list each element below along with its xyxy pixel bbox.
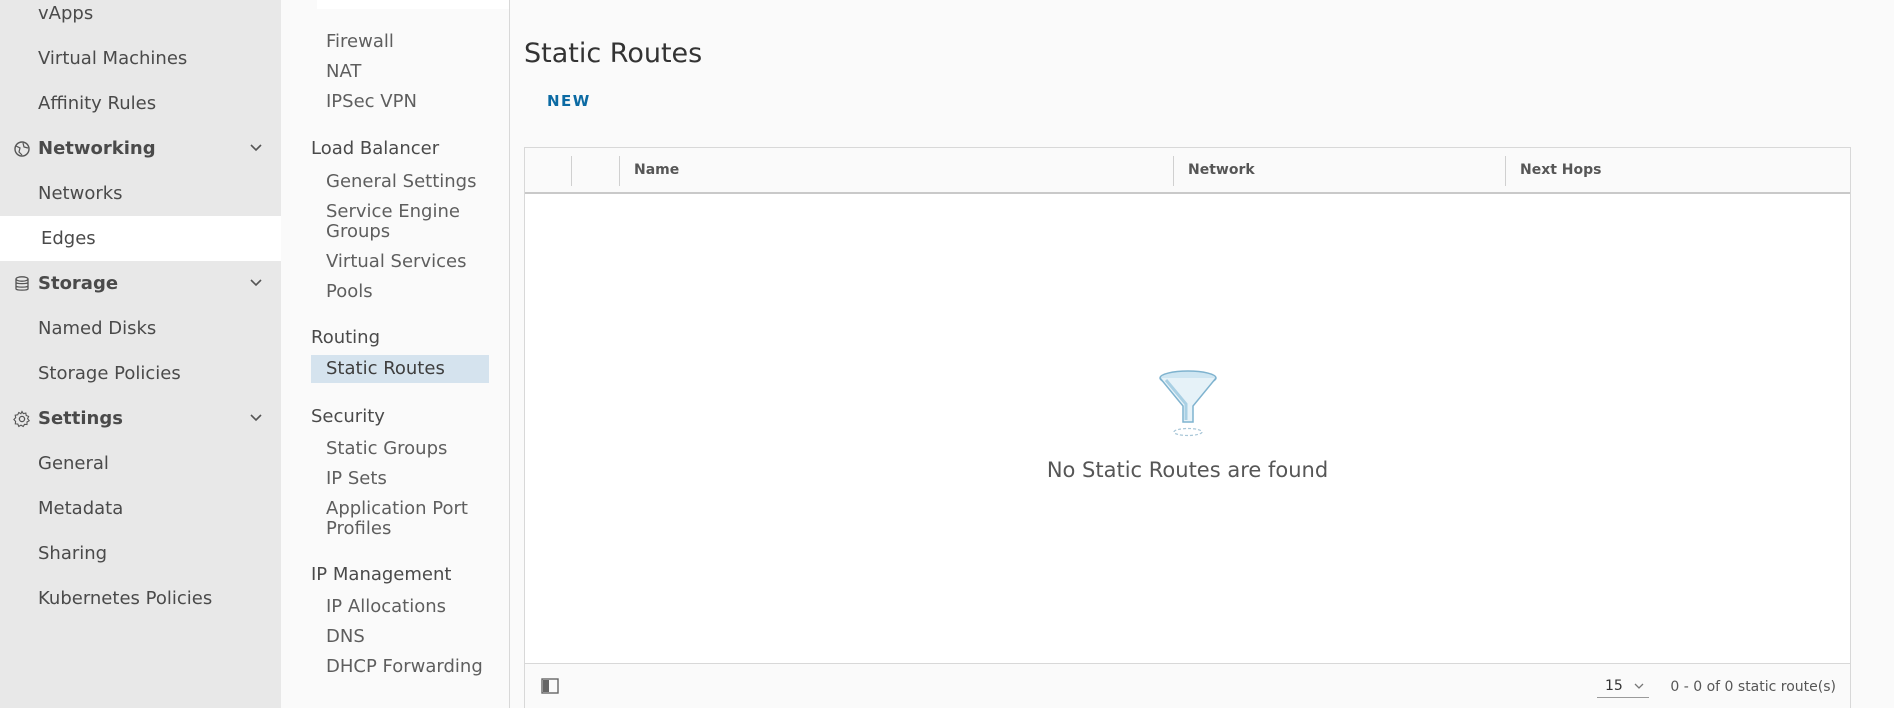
nav-item-label: Edges [41, 228, 96, 249]
nav-item-label: General [38, 453, 109, 474]
nav-group-storage[interactable]: Storage [0, 261, 281, 306]
chevron-down-icon[interactable] [248, 275, 264, 291]
nav-item-storage-policies[interactable]: Storage Policies [0, 351, 281, 396]
nav-item-label: Affinity Rules [38, 93, 157, 114]
subnav-item-static-routes[interactable]: Static Routes [311, 355, 489, 383]
globe-icon [12, 139, 32, 159]
column-toggle-icon[interactable] [541, 678, 559, 694]
chevron-down-icon [1634, 683, 1644, 689]
main-content: Static Routes NEW Name Network Next Hops… [511, 0, 1894, 708]
nav-item-label: Storage Policies [38, 363, 181, 384]
page-title: Static Routes [524, 38, 703, 69]
nav-item-label: Metadata [38, 498, 124, 519]
nav-item-label: Named Disks [38, 318, 157, 339]
nav-item-label: Sharing [38, 543, 108, 564]
nav-item-general[interactable]: General [0, 441, 281, 486]
top-bar-fragment [317, 0, 509, 9]
nav-item-virtual-machines[interactable]: Virtual Machines [0, 36, 281, 81]
subnav-item-dns[interactable]: DNS [311, 623, 489, 651]
filter-funnel-icon [1158, 370, 1217, 437]
subnav-item-nat[interactable]: NAT [311, 58, 489, 86]
subnav-item-ip-allocations[interactable]: IP Allocations [311, 593, 489, 621]
datagrid-footer: 15 0 - 0 of 0 static route(s) [525, 663, 1850, 708]
page-size-select[interactable]: 15 [1597, 674, 1649, 698]
nav-item-metadata[interactable]: Metadata [0, 486, 281, 531]
static-routes-datagrid: Name Network Next Hops No Static Routes … [524, 147, 1851, 708]
nav-item-edges[interactable]: Edges [0, 216, 281, 261]
nav-group-label: Storage [38, 273, 119, 294]
subnav-heading-security: Security [311, 406, 385, 427]
nav-group-label: Networking [38, 138, 156, 159]
empty-state: No Static Routes are found [525, 368, 1850, 482]
subnav-item-ipsec-vpn[interactable]: IPSec VPN [311, 88, 489, 116]
subnav-item-ip-sets[interactable]: IP Sets [311, 465, 489, 493]
new-button[interactable]: NEW [547, 88, 591, 114]
subnav-item-service-engine-groups[interactable]: Service Engine Groups [311, 198, 489, 246]
nav-item-kubernetes-policies[interactable]: Kubernetes Policies [0, 576, 281, 621]
subnav-heading-routing: Routing [311, 327, 381, 348]
nav-item-label: vApps [38, 3, 94, 24]
column-separator [619, 156, 620, 186]
subnav-heading-load-balancer: Load Balancer [311, 138, 440, 159]
nav-group-networking[interactable]: Networking [0, 126, 281, 171]
database-icon [12, 274, 32, 294]
edge-secondary-navigation: Firewall NAT IPSec VPN Load Balancer Gen… [281, 0, 510, 708]
pagination-count: 0 - 0 of 0 static route(s) [1670, 679, 1836, 695]
subnav-item-application-port-profiles[interactable]: Application Port Profiles [311, 495, 489, 543]
chevron-down-icon[interactable] [248, 140, 264, 156]
column-header-network[interactable]: Network [1188, 162, 1255, 178]
subnav-item-virtual-services[interactable]: Virtual Services [311, 248, 489, 276]
subnav-item-static-groups[interactable]: Static Groups [311, 435, 489, 463]
nav-item-networks[interactable]: Networks [0, 171, 281, 216]
left-navigation: vApps Virtual Machines Affinity Rules Ne… [0, 0, 281, 708]
nav-item-sharing[interactable]: Sharing [0, 531, 281, 576]
subnav-item-dhcp-forwarding[interactable]: DHCP Forwarding [311, 653, 489, 681]
nav-item-label: Networks [38, 183, 123, 204]
subnav-heading-ip-management: IP Management [311, 564, 452, 585]
column-resize-handle[interactable] [1173, 156, 1174, 186]
nav-group-label: Settings [38, 408, 123, 429]
column-header-next-hops[interactable]: Next Hops [1520, 162, 1602, 178]
subnav-item-general-settings[interactable]: General Settings [311, 168, 489, 196]
chevron-down-icon[interactable] [248, 410, 264, 426]
column-separator [571, 156, 572, 186]
nav-item-vapps[interactable]: vApps [0, 0, 281, 36]
nav-item-label: Kubernetes Policies [38, 588, 213, 609]
datagrid-header: Name Network Next Hops [525, 148, 1850, 194]
nav-item-affinity-rules[interactable]: Affinity Rules [0, 81, 281, 126]
subnav-item-pools[interactable]: Pools [311, 278, 489, 306]
nav-item-label: Virtual Machines [38, 48, 188, 69]
nav-group-settings[interactable]: Settings [0, 396, 281, 441]
nav-item-named-disks[interactable]: Named Disks [0, 306, 281, 351]
column-resize-handle[interactable] [1505, 156, 1506, 186]
empty-state-message: No Static Routes are found [1046, 458, 1329, 482]
subnav-item-firewall[interactable]: Firewall [311, 28, 489, 56]
gear-icon [12, 409, 32, 429]
column-header-name[interactable]: Name [634, 162, 679, 178]
page-size-value: 15 [1605, 677, 1623, 694]
